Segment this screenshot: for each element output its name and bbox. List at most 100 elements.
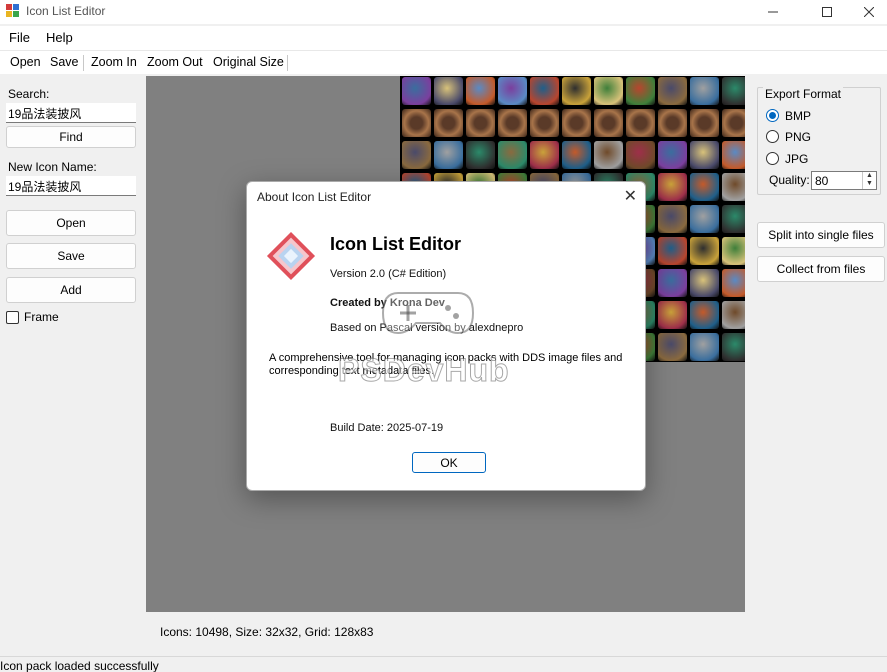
icon-cell[interactable]	[690, 141, 719, 169]
app-icon	[6, 4, 19, 17]
toolbar-separator	[83, 55, 84, 71]
export-format-title: Export Format	[763, 87, 844, 101]
icon-cell[interactable]	[562, 141, 591, 169]
icon-cell[interactable]	[658, 301, 687, 329]
original-size-button[interactable]: Original Size	[213, 55, 284, 69]
icon-cell[interactable]	[690, 269, 719, 297]
icon-cell[interactable]	[722, 269, 745, 297]
icon-cell[interactable]	[498, 77, 527, 105]
icon-cell[interactable]	[402, 109, 431, 137]
icon-cell[interactable]	[658, 333, 687, 361]
frame-label: Frame	[24, 310, 59, 324]
status-bar: Icon pack loaded successfully	[0, 656, 887, 672]
icon-cell[interactable]	[690, 301, 719, 329]
icon-cell[interactable]	[658, 205, 687, 233]
icon-cell[interactable]	[690, 77, 719, 105]
icon-cell[interactable]	[722, 301, 745, 329]
icon-cell[interactable]	[658, 237, 687, 265]
icon-cell[interactable]	[690, 109, 719, 137]
icon-cell[interactable]	[658, 269, 687, 297]
icon-cell[interactable]	[562, 109, 591, 137]
menu-file[interactable]: File	[9, 30, 30, 45]
quality-label: Quality:	[769, 173, 810, 187]
frame-checkbox[interactable]	[6, 311, 19, 324]
icon-cell[interactable]	[658, 77, 687, 105]
menu-bar: File Help	[0, 26, 887, 50]
find-button[interactable]: Find	[6, 126, 136, 148]
zoom-in-button[interactable]: Zoom In	[91, 55, 137, 69]
format-png-radio[interactable]	[766, 130, 779, 143]
dialog-version: Version 2.0 (C# Edition)	[330, 268, 447, 280]
chevron-up-icon[interactable]: ▲	[863, 172, 876, 180]
quality-stepper-arrows[interactable]: ▲ ▼	[862, 172, 876, 189]
icon-cell[interactable]	[690, 333, 719, 361]
icon-cell[interactable]	[594, 77, 623, 105]
zoom-out-button[interactable]: Zoom Out	[147, 55, 203, 69]
app-logo-icon	[266, 231, 316, 281]
icon-cell[interactable]	[466, 77, 495, 105]
format-jpg-radio[interactable]	[766, 152, 779, 165]
icon-cell[interactable]	[722, 333, 745, 361]
icon-cell[interactable]	[498, 109, 527, 137]
icon-cell[interactable]	[466, 109, 495, 137]
title-bar: Icon List Editor	[0, 0, 887, 24]
icon-cell[interactable]	[658, 173, 687, 201]
menu-help[interactable]: Help	[46, 30, 73, 45]
icon-cell[interactable]	[594, 109, 623, 137]
icon-cell[interactable]	[626, 109, 655, 137]
format-bmp-radio[interactable]	[766, 109, 779, 122]
icon-cell[interactable]	[690, 205, 719, 233]
ok-button[interactable]: OK	[412, 452, 486, 473]
minimize-icon	[768, 11, 778, 13]
toolbar-open-button[interactable]: Open	[10, 55, 41, 69]
icon-cell[interactable]	[530, 141, 559, 169]
new-icon-name-label: New Icon Name:	[8, 160, 97, 174]
icon-cell[interactable]	[690, 173, 719, 201]
window-title: Icon List Editor	[26, 4, 106, 18]
icon-cell[interactable]	[498, 141, 527, 169]
format-jpg-label: JPG	[785, 152, 809, 166]
icon-cell[interactable]	[402, 77, 431, 105]
icon-cell[interactable]	[434, 109, 463, 137]
collect-files-button[interactable]: Collect from files	[757, 256, 885, 282]
icon-cell[interactable]	[658, 109, 687, 137]
close-icon	[863, 7, 874, 17]
open-button[interactable]: Open	[6, 210, 136, 236]
icon-cell[interactable]	[722, 109, 745, 137]
icon-cell[interactable]	[722, 173, 745, 201]
close-button[interactable]	[850, 0, 887, 24]
icon-cell[interactable]	[658, 141, 687, 169]
toolbar-separator	[287, 55, 288, 71]
icon-cell[interactable]	[690, 237, 719, 265]
search-input[interactable]: 19品法装披风	[6, 103, 136, 123]
split-files-button[interactable]: Split into single files	[757, 222, 885, 248]
new-icon-name-input[interactable]: 19品法装披风	[6, 176, 136, 196]
quality-value: 80	[815, 174, 829, 188]
chevron-down-icon[interactable]: ▼	[863, 180, 876, 188]
icon-cell[interactable]	[434, 77, 463, 105]
icon-cell[interactable]	[722, 205, 745, 233]
gamepad-watermark-icon	[381, 292, 475, 335]
icon-cell[interactable]	[626, 77, 655, 105]
toolbar-save-button[interactable]: Save	[50, 55, 79, 69]
save-button[interactable]: Save	[6, 243, 136, 269]
icon-cell[interactable]	[530, 77, 559, 105]
add-button[interactable]: Add	[6, 277, 136, 303]
icon-cell[interactable]	[466, 141, 495, 169]
icon-cell[interactable]	[594, 141, 623, 169]
icon-cell[interactable]	[530, 109, 559, 137]
search-label: Search:	[8, 87, 50, 101]
status-text: Icon pack loaded successfully	[0, 659, 159, 672]
quality-stepper[interactable]: 80 ▲ ▼	[811, 171, 877, 190]
dialog-close-icon[interactable]: ✕	[624, 186, 637, 206]
maximize-button[interactable]	[804, 0, 850, 24]
icon-cell[interactable]	[722, 237, 745, 265]
icon-cell[interactable]	[562, 77, 591, 105]
icon-cell[interactable]	[722, 77, 745, 105]
minimize-button[interactable]	[750, 0, 796, 24]
icon-cell[interactable]	[402, 141, 431, 169]
icon-cell[interactable]	[626, 141, 655, 169]
icon-cell[interactable]	[722, 141, 745, 169]
toolbar: Open Save Zoom In Zoom Out Original Size	[0, 50, 887, 74]
icon-cell[interactable]	[434, 141, 463, 169]
